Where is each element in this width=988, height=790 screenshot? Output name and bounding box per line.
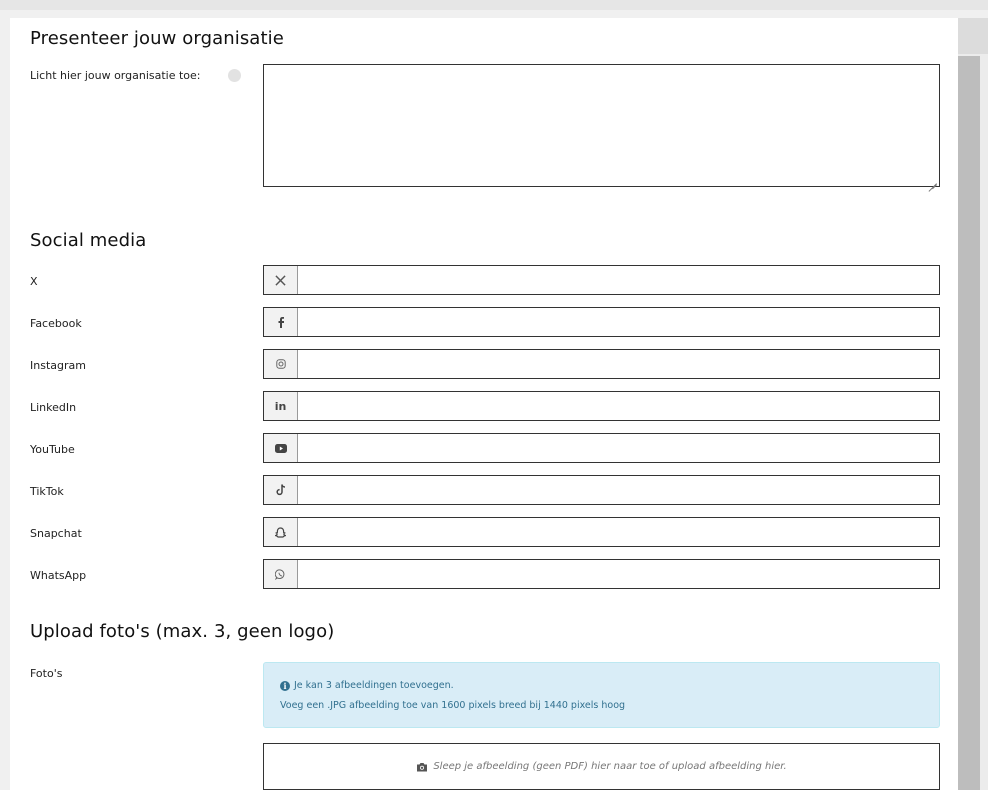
section-title-social: Social media (30, 230, 147, 251)
image-dropzone[interactable]: Sleep je afbeelding (geen PDF) hier naar… (263, 743, 940, 790)
resize-handle-icon[interactable] (929, 176, 937, 184)
snapchat-icon (264, 518, 298, 546)
alert-line-1: i Je kan 3 afbeeldingen toevoegen. (280, 680, 454, 691)
scrollbar-top (958, 18, 988, 54)
section-title-upload: Upload foto's (max. 3, geen logo) (30, 621, 335, 642)
upload-label: Foto's (30, 667, 63, 680)
facebook-icon (264, 308, 298, 336)
presentation-label: Licht hier jouw organisatie toe: (30, 69, 201, 82)
social-label-linkedin: LinkedIn (30, 401, 77, 414)
social-input-tiktok[interactable] (263, 475, 940, 505)
whatsapp-icon (264, 560, 298, 588)
social-input-linkedin[interactable]: in (263, 391, 940, 421)
social-label-tiktok: TikTok (30, 485, 64, 498)
info-circle-icon: i (280, 680, 290, 691)
social-input-snapchat[interactable] (263, 517, 940, 547)
x-icon (264, 266, 298, 294)
upload-info-alert: i Je kan 3 afbeeldingen toevoegen. Voeg … (263, 662, 940, 728)
social-input-instagram[interactable] (263, 349, 940, 379)
social-label-facebook: Facebook (30, 317, 82, 330)
scrollbar-thumb[interactable] (958, 56, 980, 790)
section-title-presentation: Presenteer jouw organisatie (30, 28, 284, 49)
instagram-icon (264, 350, 298, 378)
form-page: Presenteer jouw organisatie Licht hier j… (10, 18, 958, 790)
youtube-icon (264, 434, 298, 462)
window-top-bar (0, 0, 988, 10)
social-label-x: X (30, 275, 38, 288)
social-input-whatsapp[interactable] (263, 559, 940, 589)
social-input-x[interactable] (263, 265, 940, 295)
alert-line-1-text: Je kan 3 afbeeldingen toevoegen. (294, 680, 454, 691)
alert-line-2: Voeg een .JPG afbeelding toe van 1600 pi… (280, 700, 626, 711)
social-label-instagram: Instagram (30, 359, 86, 372)
linkedin-icon: in (264, 392, 298, 420)
social-input-facebook[interactable] (263, 307, 940, 337)
social-input-youtube[interactable] (263, 433, 940, 463)
social-label-youtube: YouTube (30, 443, 75, 456)
tiktok-icon (264, 476, 298, 504)
dropzone-text: Sleep je afbeelding (geen PDF) hier naar… (433, 761, 787, 772)
info-icon[interactable] (228, 69, 241, 82)
social-label-whatsapp: WhatsApp (30, 569, 87, 582)
presentation-textarea[interactable] (263, 64, 940, 187)
camera-icon (416, 762, 428, 772)
social-label-snapchat: Snapchat (30, 527, 82, 540)
